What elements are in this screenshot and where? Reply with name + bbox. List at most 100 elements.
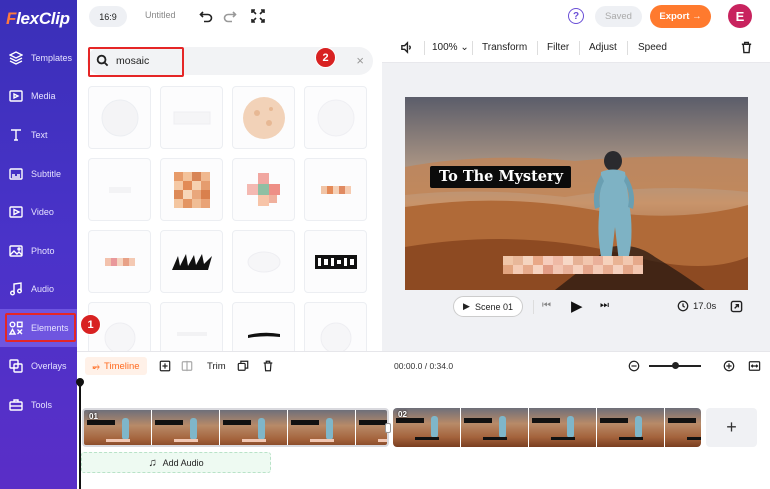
sidebar-item-label: Templates <box>31 53 73 63</box>
aspect-ratio-button[interactable]: 16:9 <box>89 6 127 27</box>
avatar[interactable]: E <box>728 4 752 28</box>
zoom-out-icon[interactable] <box>628 357 640 375</box>
divider <box>579 41 580 55</box>
mosaic-element-overlay[interactable] <box>503 256 643 274</box>
element-item[interactable] <box>88 230 151 293</box>
element-item[interactable] <box>88 86 151 149</box>
element-item[interactable] <box>232 158 295 221</box>
sidebar-item-elements[interactable]: Elements <box>0 309 77 347</box>
play-icon: ▶ <box>463 301 470 311</box>
fullscreen-icon[interactable] <box>250 8 266 24</box>
elements-icon <box>9 321 23 335</box>
playhead[interactable] <box>79 379 81 489</box>
clip-frame <box>220 410 288 445</box>
fit-timeline-icon[interactable] <box>748 357 761 375</box>
element-item[interactable] <box>160 302 223 351</box>
sidebar-item-templates[interactable]: Templates <box>0 39 77 77</box>
add-scene-icon[interactable] <box>159 357 171 375</box>
subtitle-icon <box>9 167 23 181</box>
zoom-dropdown[interactable]: 100% ⌄ <box>432 42 469 53</box>
play-icon[interactable]: ▶ <box>571 297 583 315</box>
duration-display: 17.0s <box>677 300 716 312</box>
search-input[interactable] <box>116 53 336 69</box>
duplicate-icon[interactable] <box>237 357 249 375</box>
element-item[interactable] <box>232 230 295 293</box>
sidebar-item-audio[interactable]: Audio <box>0 270 77 308</box>
redo-icon[interactable] <box>222 8 238 24</box>
clear-search-icon[interactable]: × <box>356 53 364 68</box>
video-title-text[interactable]: To The Mystery <box>430 166 572 188</box>
divider <box>472 41 473 55</box>
element-item[interactable] <box>304 302 367 351</box>
element-item[interactable] <box>304 86 367 149</box>
undo-icon[interactable] <box>198 8 214 24</box>
export-button[interactable]: Export → <box>650 5 711 28</box>
sidebar-item-label: Media <box>31 91 56 101</box>
audio-icon <box>9 282 23 296</box>
delete-icon[interactable] <box>262 357 274 375</box>
sidebar-item-label: Elements <box>31 323 69 333</box>
element-item[interactable] <box>304 158 367 221</box>
sidebar-item-overlays[interactable]: Overlays <box>0 347 77 385</box>
element-item[interactable] <box>304 230 367 293</box>
timeline-toolbar: ⥴ Timeline Trim 00:00.0 / 0:34.0 <box>77 351 770 379</box>
player-controls: ▶ Scene 01 ⏮ ▶ ⏭ 17.0s <box>382 293 770 321</box>
search-icon <box>96 54 109 70</box>
next-icon[interactable]: ⏭ <box>600 300 609 311</box>
timeline-tab[interactable]: ⥴ Timeline <box>85 357 147 375</box>
element-item[interactable] <box>232 86 295 149</box>
project-name[interactable]: Untitled <box>145 10 176 20</box>
sidebar-item-label: Video <box>31 207 54 217</box>
split-icon[interactable] <box>181 357 193 375</box>
element-item[interactable] <box>232 302 295 351</box>
adjust-button[interactable]: Adjust <box>589 42 617 53</box>
volume-icon[interactable] <box>400 41 413 57</box>
element-item[interactable] <box>88 158 151 221</box>
flexclip-editor: FlexClip Templates Media Text Subtitle V… <box>0 0 770 489</box>
music-note-icon: ♫ <box>148 456 157 469</box>
divider <box>537 41 538 55</box>
sidebar-item-photo[interactable]: Photo <box>0 232 77 270</box>
sidebar-item-media[interactable]: Media <box>0 77 77 115</box>
clock-icon <box>677 300 689 312</box>
add-audio-button[interactable]: ♫ Add Audio <box>81 452 271 473</box>
add-clip-button[interactable]: + <box>706 408 757 447</box>
element-item[interactable] <box>160 86 223 149</box>
sidebar-item-text[interactable]: Text <box>0 116 77 154</box>
transform-button[interactable]: Transform <box>482 42 527 53</box>
sidebar-item-subtitle[interactable]: Subtitle <box>0 155 77 193</box>
sidebar-item-label: Tools <box>31 400 53 410</box>
overlays-icon <box>9 359 23 373</box>
video-preview[interactable]: To The Mystery <box>405 97 748 290</box>
step-badge-2: 2 <box>315 47 336 68</box>
speed-button[interactable]: Speed <box>638 42 667 53</box>
element-item[interactable] <box>160 230 223 293</box>
clip-01[interactable]: 01 <box>82 408 389 447</box>
clip-02[interactable]: 02 <box>393 408 701 447</box>
clip-number: 01 <box>89 412 98 421</box>
clip-frame <box>597 408 665 447</box>
clip-trim-handle[interactable] <box>385 423 391 433</box>
sidebar-item-label: Overlays <box>31 361 67 371</box>
tools-icon <box>9 398 23 412</box>
trim-button[interactable]: Trim <box>207 357 226 375</box>
video-icon <box>9 205 23 219</box>
element-item[interactable] <box>160 158 223 221</box>
help-icon[interactable]: ? <box>568 8 584 24</box>
divider <box>424 41 425 55</box>
timeline-icon: ⥴ <box>92 360 101 372</box>
sidebar-item-label: Audio <box>31 284 55 294</box>
elements-panel: × <box>77 33 382 351</box>
zoom-slider-thumb[interactable] <box>672 362 679 369</box>
sidebar-item-tools[interactable]: Tools <box>0 386 77 424</box>
divider <box>627 41 628 55</box>
zoom-in-icon[interactable] <box>723 357 735 375</box>
sidebar-item-video[interactable]: Video <box>0 193 77 231</box>
trash-icon[interactable] <box>740 41 753 57</box>
filter-button[interactable]: Filter <box>547 42 569 53</box>
previous-icon[interactable]: ⏮ <box>542 300 551 311</box>
sidebar: FlexClip Templates Media Text Subtitle V… <box>0 0 77 489</box>
expand-icon[interactable] <box>730 300 743 316</box>
scene-play-button[interactable]: ▶ Scene 01 <box>453 296 523 317</box>
sidebar-item-label: Subtitle <box>31 169 62 179</box>
